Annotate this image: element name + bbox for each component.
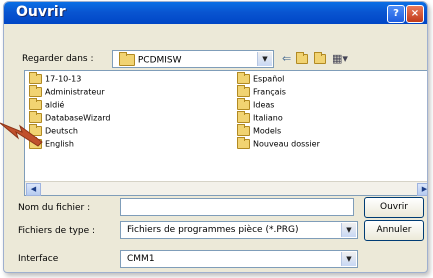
title-bar[interactable]: Ouvrir ? × (4, 2, 427, 24)
list-item[interactable]: 17-10-13 (29, 72, 81, 84)
filename-input[interactable] (120, 198, 354, 216)
folder-icon (237, 72, 250, 84)
filetype-value: Fichiers de programmes pièce (*.PRG) (127, 225, 299, 235)
horizontal-scrollbar[interactable]: ◀ ▶ (25, 181, 427, 196)
chevron-down-icon[interactable]: ▼ (341, 223, 356, 237)
folder-icon (29, 85, 42, 97)
chevron-down-icon[interactable]: ▼ (341, 252, 356, 266)
cancel-button[interactable]: Annuler (364, 220, 424, 241)
list-item[interactable]: Español (237, 72, 284, 84)
scroll-left-icon[interactable]: ◀ (26, 183, 41, 196)
filetype-select[interactable]: Fichiers de programmes pièce (*.PRG) ▼ (120, 221, 358, 239)
folder-icon (237, 124, 250, 136)
list-item[interactable]: aldié (29, 98, 64, 110)
folder-icon (29, 72, 42, 84)
folder-icon (29, 98, 42, 110)
interface-value: CMM1 (127, 254, 155, 264)
back-arrow-icon[interactable]: ⇐ (282, 52, 291, 65)
pointer-arrow-icon (0, 122, 43, 147)
view-menu-icon[interactable]: ▦▾ (332, 52, 348, 65)
lookin-label: Regarder dans : (22, 54, 94, 64)
list-item[interactable]: Italiano (237, 111, 283, 123)
scroll-right-icon[interactable]: ▶ (417, 183, 427, 196)
folder-icon (119, 52, 135, 66)
chevron-down-icon[interactable]: ▼ (257, 52, 272, 66)
folder-icon (237, 137, 250, 149)
open-dialog: Ouvrir ? × Regarder dans : PCDMISW ▼ ⇐ ▦… (3, 1, 428, 273)
open-button[interactable]: Ouvrir (364, 197, 424, 218)
list-item[interactable]: Français (237, 85, 286, 97)
up-folder-icon[interactable] (296, 52, 308, 65)
filename-label: Nom du fichier : (18, 203, 91, 213)
close-button[interactable]: × (406, 5, 424, 23)
dialog-title: Ouvrir (16, 4, 66, 20)
interface-label: Interface (18, 254, 59, 264)
folder-icon (237, 85, 250, 97)
folder-icon (237, 98, 250, 110)
folder-icon (237, 111, 250, 123)
list-item[interactable]: Nouveau dossier (237, 137, 320, 149)
new-folder-icon[interactable] (314, 52, 326, 65)
lookin-value: PCDMISW (137, 55, 182, 66)
interface-select[interactable]: CMM1 ▼ (120, 250, 358, 268)
list-item[interactable]: Models (237, 124, 281, 136)
file-list[interactable]: 17-10-13 Administrateur aldié DatabaseWi… (24, 70, 427, 196)
lookin-select[interactable]: PCDMISW ▼ (112, 50, 274, 68)
list-item[interactable]: Ideas (237, 98, 274, 110)
filetype-label: Fichiers de type : (18, 226, 96, 236)
list-item[interactable]: Administrateur (29, 85, 105, 97)
help-button[interactable]: ? (387, 5, 405, 23)
